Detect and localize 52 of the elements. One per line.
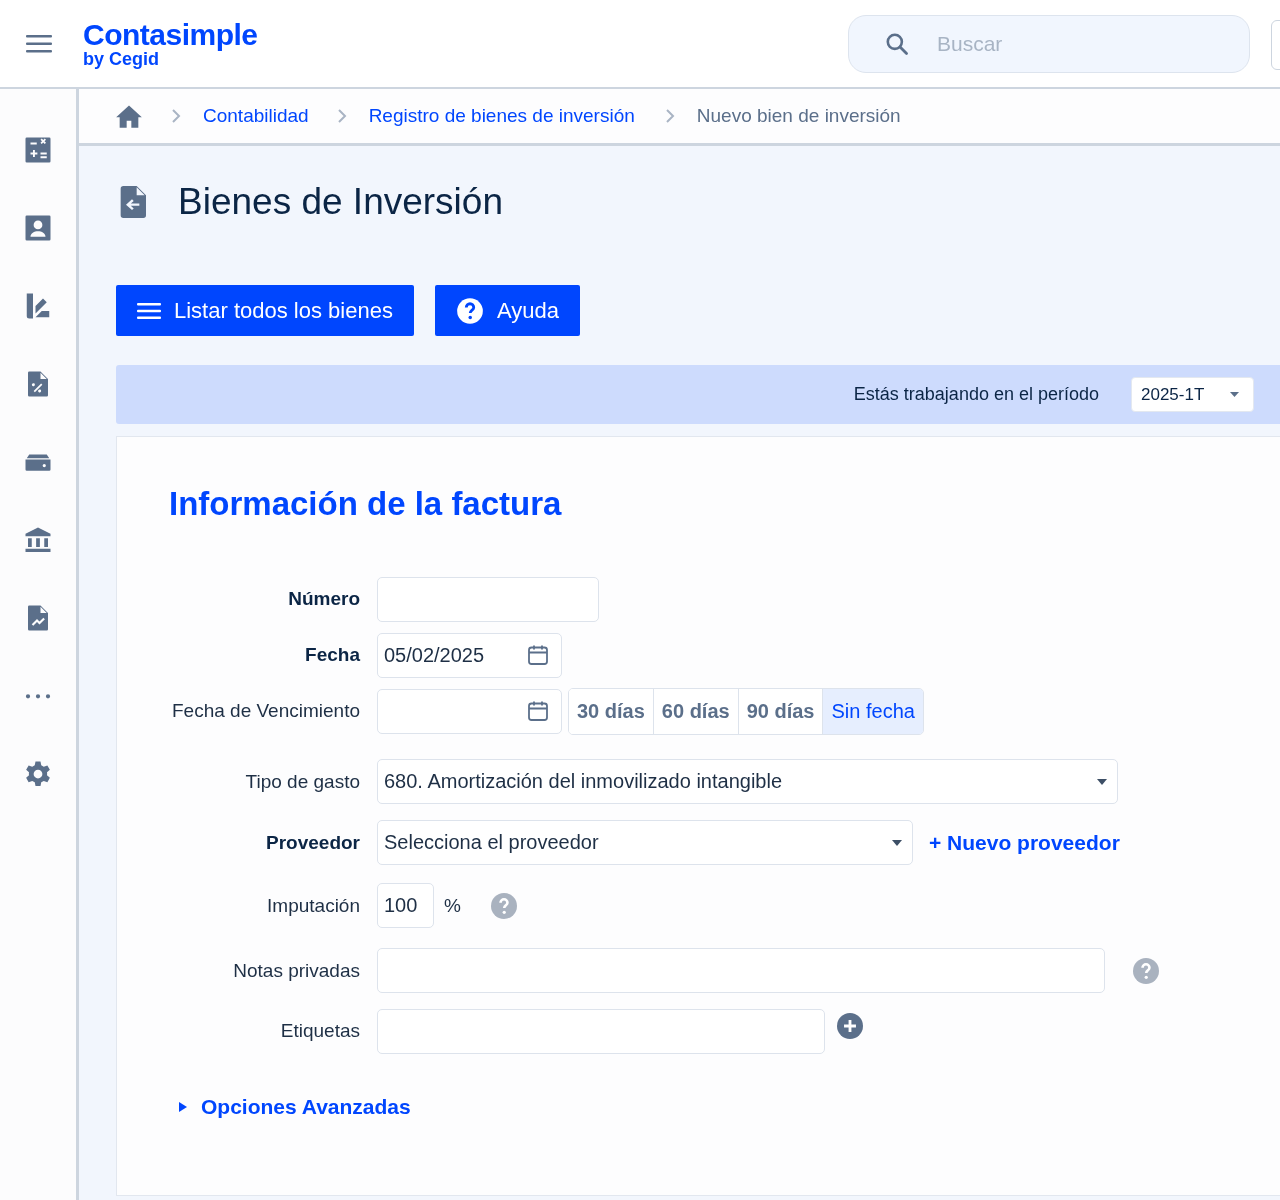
period-label: Estás trabajando en el período bbox=[853, 384, 1099, 405]
period-dropdown[interactable]: 2025-1T bbox=[1131, 377, 1254, 412]
field-label: Imputación bbox=[266, 894, 361, 917]
list-icon bbox=[137, 301, 161, 320]
notes-input[interactable] bbox=[377, 948, 1105, 993]
select-field[interactable]: 680. Amortización del inmovilizado intangible bbox=[377, 759, 1118, 804]
contact-card-icon[interactable] bbox=[23, 213, 53, 243]
section-title: Información de la factura bbox=[169, 485, 563, 523]
field-label: Tipo de gasto bbox=[244, 770, 361, 793]
field-label: Fecha de Vencimiento bbox=[171, 700, 361, 722]
search-field[interactable]: Buscar bbox=[848, 14, 1250, 73]
date-field[interactable]: 05/02/2025 bbox=[377, 632, 562, 678]
calculator-icon[interactable] bbox=[23, 135, 53, 165]
caret-down-icon bbox=[1097, 778, 1107, 785]
calendar-icon bbox=[526, 643, 550, 667]
breadcrumb-link[interactable]: Registro de bienes de inversión bbox=[368, 105, 635, 127]
chevron-right-icon bbox=[336, 108, 347, 124]
due-term-option[interactable]: 30 días bbox=[569, 688, 654, 734]
field-label: Número bbox=[287, 588, 361, 610]
settings-icon[interactable] bbox=[23, 759, 53, 789]
percent-unit: % bbox=[444, 894, 461, 917]
field-label: Fecha bbox=[304, 644, 361, 666]
percent-input[interactable]: 100 bbox=[377, 883, 434, 928]
file-import-icon bbox=[120, 186, 148, 218]
breadcrumb-current: Nuevo bien de inversión bbox=[696, 105, 901, 127]
field-label: Etiquetas bbox=[279, 1020, 361, 1042]
home-icon[interactable] bbox=[115, 103, 143, 129]
breadcrumb-link[interactable]: Contabilidad bbox=[203, 105, 309, 127]
number-input[interactable] bbox=[377, 576, 599, 622]
chevron-right-icon bbox=[664, 108, 675, 124]
page-title: Bienes de Inversión bbox=[178, 181, 503, 223]
new-supplier-link[interactable]: + Nuevo proveedor bbox=[929, 830, 1120, 855]
field-label: Proveedor bbox=[265, 831, 361, 854]
caret-down-icon bbox=[1230, 392, 1239, 397]
logo-subtitle: by Cegid bbox=[83, 49, 159, 68]
bank-icon[interactable] bbox=[23, 525, 53, 555]
menu-icon[interactable] bbox=[26, 34, 52, 53]
list-button[interactable]: Listar todos los bienes bbox=[116, 285, 414, 336]
add-icon[interactable] bbox=[837, 1013, 863, 1039]
chevron-right-icon bbox=[171, 108, 181, 124]
due-term-option[interactable]: Sin fecha bbox=[823, 688, 923, 734]
field-label: Notas privadas bbox=[232, 959, 361, 982]
advanced-options-toggle[interactable]: Opciones Avanzadas bbox=[179, 1095, 411, 1119]
help-button[interactable]: Ayuda bbox=[434, 285, 580, 336]
caret-right-icon bbox=[179, 1102, 187, 1112]
date-field[interactable] bbox=[377, 688, 562, 734]
select-field[interactable]: Selecciona el proveedor bbox=[377, 820, 913, 865]
logo[interactable]: Contasimple bbox=[83, 19, 258, 50]
calendar-icon bbox=[526, 699, 550, 723]
help-icon bbox=[455, 296, 484, 325]
tags-input[interactable] bbox=[377, 1008, 825, 1054]
caret-down-icon bbox=[892, 839, 902, 846]
